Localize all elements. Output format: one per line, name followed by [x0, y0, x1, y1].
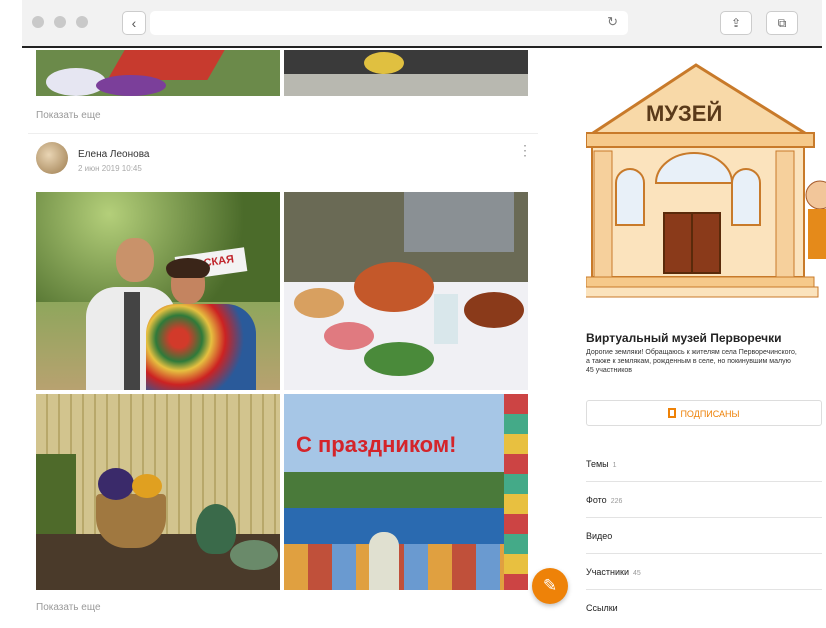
menu-count: 45 — [633, 570, 641, 577]
previous-post-images — [36, 50, 548, 96]
museum-sign: МУЗЕЙ — [646, 101, 722, 126]
photo-food-table[interactable] — [284, 192, 528, 390]
show-more-link[interactable]: Показать еще — [36, 110, 548, 121]
back-button[interactable]: ‹ — [122, 11, 146, 35]
banner-text: С праздником! — [296, 432, 457, 457]
museum-illustration: МУЗЕЙ — [586, 63, 826, 298]
menu-item-members[interactable]: Участники 45 — [586, 554, 822, 590]
menu-count: 226 — [610, 498, 623, 505]
post-header: Елена Леонова 2 июн 2019 10:45 ⋮ — [36, 142, 548, 192]
post-menu-icon[interactable]: ⋮ — [518, 142, 532, 159]
menu-item-links[interactable]: Ссылки — [586, 590, 822, 626]
group-title[interactable]: Виртуальный музей Перворечки — [586, 331, 826, 345]
menu-count: 1 — [612, 462, 617, 469]
members-count[interactable]: 45 участников — [586, 366, 822, 375]
author-avatar[interactable] — [36, 142, 68, 174]
share-button[interactable]: ⇪ — [720, 11, 752, 35]
menu-label: Участники — [586, 567, 629, 577]
description-line-1: Дорогие земляки! Обращаюсь к жителям сел… — [586, 349, 797, 356]
post-date: 2 июн 2019 10:45 — [78, 164, 142, 173]
subscribed-label: ПОДПИСАНЫ — [680, 409, 740, 419]
subscribed-button[interactable]: ПОДПИСАНЫ — [586, 400, 822, 426]
show-more-link-2[interactable]: Показать еще — [36, 602, 548, 613]
menu-label: Ссылки — [586, 603, 618, 613]
photo-harvest-basket[interactable] — [36, 394, 280, 590]
window-zoom-dot[interactable] — [76, 16, 88, 28]
browser-toolbar: ‹ ↻ ⇪ ⧉ — [22, 0, 822, 48]
subscribed-icon — [668, 408, 677, 418]
photo-holiday-banner[interactable]: С праздником! — [284, 394, 528, 590]
tabs-button[interactable]: ⧉ — [766, 11, 798, 35]
reload-icon[interactable]: ↻ — [607, 14, 618, 30]
author-name[interactable]: Елена Леонова — [78, 149, 149, 160]
compose-button[interactable]: ✎ — [532, 568, 568, 604]
prev-photo-monument[interactable] — [284, 50, 528, 96]
post-divider — [28, 133, 538, 134]
post-images-row-2: С праздником! — [36, 394, 548, 590]
address-bar[interactable]: ↻ — [150, 11, 628, 35]
photo-couple[interactable]: ЬСКАЯ — [36, 192, 280, 390]
menu-item-photos[interactable]: Фото 226 — [586, 482, 822, 518]
window-close-dot[interactable] — [32, 16, 44, 28]
menu-label: Темы — [586, 459, 609, 469]
menu-item-video[interactable]: Видео — [586, 518, 822, 554]
description-line-2: а также к землякам, рожденным в селе, но… — [586, 358, 791, 365]
post-images-row-1: ЬСКАЯ — [36, 192, 548, 390]
feed: Показать еще Елена Леонова 2 июн 2019 10… — [28, 50, 548, 613]
window-minimize-dot[interactable] — [54, 16, 66, 28]
menu-label: Видео — [586, 531, 613, 541]
menu-label: Фото — [586, 495, 607, 505]
group-description: Дорогие земляки! Обращаюсь к жителям сел… — [586, 348, 822, 375]
prev-photo-flowers[interactable] — [36, 50, 280, 96]
menu-item-topics[interactable]: Темы 1 — [586, 446, 822, 482]
